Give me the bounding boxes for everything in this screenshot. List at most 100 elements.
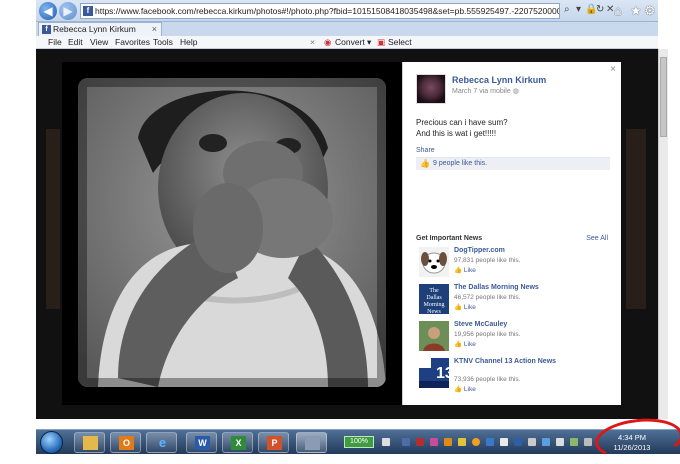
page-name[interactable]: DogTipper.com [454,247,604,255]
post-meta: March 7 via mobile ◍ [452,87,519,95]
gear-icon[interactable]: ⚙ [644,3,656,19]
close-viewer-icon[interactable]: × [610,64,616,75]
caption-line: Precious can i have sum? [416,118,508,127]
tray-icon[interactable] [514,438,522,446]
menu-file[interactable]: File [48,36,62,48]
taskbar-powerpoint[interactable]: P [258,432,289,453]
tray-icon[interactable] [430,438,438,446]
menu-view[interactable]: View [90,36,108,48]
thumbs-up-icon: 👍 [420,159,430,168]
photo-image [78,78,386,387]
photo[interactable] [78,78,386,387]
excel-icon: X [231,436,246,450]
see-all-link[interactable]: See All [586,235,608,242]
tray-icon[interactable] [472,438,480,446]
page-name[interactable]: KTNV Channel 13 Action News [454,358,604,366]
ktnv-logo-icon[interactable]: 13 [419,358,449,388]
suggested-page: The Dallas Morning News The Dallas Morning … [416,284,610,316]
convert-icon[interactable]: ◉ [324,36,331,48]
back-arrow-icon[interactable]: ◀ [39,2,57,20]
avatar[interactable] [416,74,446,104]
menu-edit[interactable]: Edit [68,36,83,48]
tray-icon[interactable] [570,438,578,446]
favorites-star-icon[interactable]: ★ [630,3,642,19]
scrollbar-thumb[interactable] [660,57,667,137]
word-icon: W [195,436,210,450]
convert-button[interactable]: Convert [335,36,365,48]
tray-icon[interactable] [542,438,550,446]
tab-rebecca-lynn-kirkum[interactable]: f Rebecca Lynn Kirkum × [38,22,162,36]
tray-icon[interactable] [486,438,494,446]
url-text: https://www.facebook.com/rebecca.kirkum/… [95,6,559,16]
convert-dropdown-icon[interactable]: ▾ [367,36,371,48]
select-icon[interactable]: ▣ [377,36,385,48]
red-annotation-circle [593,414,680,464]
tab-bar: f Rebecca Lynn Kirkum × [36,22,658,36]
background-page-blur [46,129,60,309]
internet-explorer-icon: e [158,435,167,450]
share-link[interactable]: Share [416,147,435,154]
tray-icon[interactable] [458,438,466,446]
taskbar-internet-explorer[interactable]: e [146,432,177,453]
vertical-scrollbar[interactable] [658,49,668,419]
like-page-button[interactable]: 👍 Like [454,266,476,274]
menu-help[interactable]: Help [180,36,197,48]
photo-viewer: × Rebecca Lynn Kirkum March 7 via mobile… [62,62,621,405]
post-date[interactable]: March 7 via mobile [452,88,511,95]
outlook-icon: O [119,436,134,450]
like-page-button[interactable]: 👍 Like [454,303,476,311]
home-icon[interactable]: ⌂ [614,3,622,18]
taskbar-outlook[interactable]: O [110,432,141,453]
select-button[interactable]: Select [388,36,412,48]
steve-mccauley-avatar-icon[interactable] [419,321,449,351]
menu-favorites[interactable]: Favorites [115,36,150,48]
taskbar-active-app[interactable] [296,432,327,453]
dropdown-icon[interactable]: ▾ [576,4,581,15]
toolbar-close-icon[interactable]: × [310,36,315,48]
like-page-button[interactable]: 👍 Like [454,385,476,393]
page-likes: 46,572 people like this. [454,294,521,301]
app-icon [305,436,320,450]
tray-icon[interactable] [416,438,424,446]
like-page-button[interactable]: 👍 Like [454,340,476,348]
page-name[interactable]: Steve McCauley [454,321,604,329]
likes-count[interactable]: 9 people like this. [433,160,487,167]
background-page-blur [626,129,646,309]
svg-text:13: 13 [436,365,449,382]
page-likes: 19,956 people like this. [454,331,521,338]
tray-icon[interactable] [528,438,536,446]
tray-icon[interactable] [556,438,564,446]
dallas-morning-news-logo-icon[interactable]: The Dallas Morning News [419,284,449,314]
refresh-icon[interactable]: ↻ [596,4,604,15]
url-input[interactable]: f https://www.facebook.com/rebecca.kirku… [80,3,560,19]
search-icon[interactable]: ⌕ [564,4,570,15]
tray-icon[interactable] [500,438,508,446]
menu-bar: File Edit View Favorites Tools Help × ◉ … [36,36,658,49]
page-likes: 73,936 people like this. [454,376,521,383]
page-name[interactable]: The Dallas Morning News [454,284,604,292]
windows-taskbar: O e W X P 100% 4:34 PM 11/26/2013 [36,429,680,454]
suggested-page: DogTipper.com 97,831 people like this. 👍… [416,247,610,279]
folder-icon [83,436,98,450]
author-name[interactable]: Rebecca Lynn Kirkum [452,75,546,85]
sidebar-heading: Get Important News [416,235,483,242]
start-button-icon[interactable] [40,431,63,454]
close-tab-icon[interactable]: × [152,23,157,36]
likes-bar: 👍 9 people like this. [416,157,610,170]
forward-arrow-icon[interactable]: ▶ [59,2,77,20]
tray-icon[interactable] [444,438,452,446]
page-likes: 97,831 people like this. [454,257,521,264]
battery-indicator[interactable]: 100% [344,436,374,448]
dogtipper-logo-icon[interactable] [419,247,449,277]
tray-icon[interactable] [402,438,410,446]
photo-sidebar: × Rebecca Lynn Kirkum March 7 via mobile… [402,62,621,405]
taskbar-explorer[interactable] [74,432,105,453]
taskbar-word[interactable]: W [186,432,217,453]
audience-icon[interactable]: ◍ [513,88,519,95]
powerpoint-icon: P [267,436,282,450]
network-icon[interactable] [584,438,592,446]
taskbar-excel[interactable]: X [222,432,253,453]
suggested-page: Steve McCauley 19,956 people like this. … [416,321,610,353]
menu-tools[interactable]: Tools [153,36,173,48]
tray-icon[interactable] [382,438,390,446]
